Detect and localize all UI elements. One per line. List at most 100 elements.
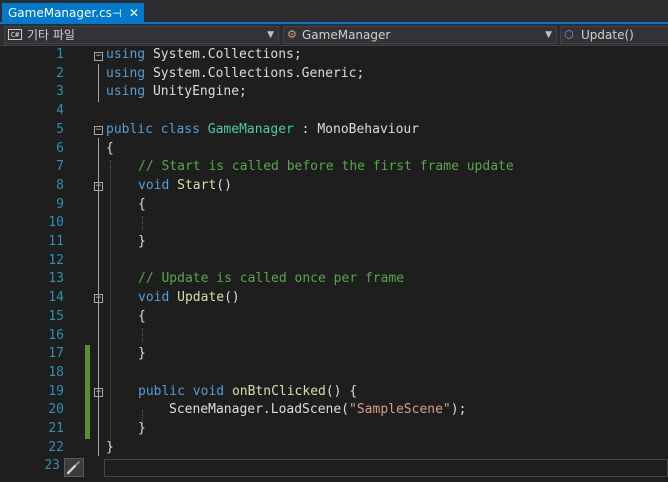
- code-line: 18: [0, 364, 668, 383]
- keyword: using: [106, 84, 146, 100]
- line-number: 1: [56, 47, 64, 62]
- line-number: 9: [56, 196, 64, 212]
- line-number: 20: [48, 402, 64, 418]
- method-icon: ⬡: [564, 28, 574, 41]
- class-dropdown[interactable]: ⚙ GameManager ▼: [283, 26, 557, 44]
- line-number: 5: [56, 121, 64, 137]
- member-label: Update(): [581, 28, 634, 42]
- comment: // Update is called once per frame: [138, 271, 405, 287]
- line-code: {: [138, 308, 146, 324]
- line-code: SceneManager.LoadScene("SampleScene");: [169, 401, 466, 420]
- close-icon[interactable]: ✕: [129, 3, 139, 24]
- type-name: GameManager: [207, 121, 294, 137]
- code-line: 16: [0, 327, 668, 346]
- class-label: GameManager: [302, 28, 391, 42]
- line-number: 14: [48, 290, 64, 306]
- code-line: 22 }: [0, 439, 668, 458]
- line-code: void Start(): [138, 177, 232, 196]
- project-dropdown[interactable]: C# 기타 파일 ▼: [4, 26, 279, 44]
- line-number: 11: [48, 234, 64, 249]
- line-number: 16: [48, 327, 64, 343]
- code-line: 8 void Start(): [0, 177, 668, 196]
- code-line: 21 }: [0, 420, 668, 439]
- line-number: 10: [48, 215, 64, 231]
- line-number: 12: [48, 252, 64, 268]
- code-line: 14 void Update(): [0, 289, 668, 308]
- code-line: 13 // Update is called once per frame: [0, 270, 668, 289]
- code-line: 20 SceneManager.LoadScene("SampleScene")…: [0, 401, 668, 420]
- code-line: 7 // Start is called before the first fr…: [0, 158, 668, 177]
- code-line: 4: [0, 102, 668, 121]
- line-number: 7: [56, 159, 64, 175]
- code-line: 9 {: [0, 196, 668, 215]
- keyword: public: [106, 121, 153, 137]
- line-number: 6: [56, 140, 64, 156]
- keyword: using: [106, 65, 146, 81]
- code-text: : MonoBehaviour: [293, 121, 420, 137]
- line-number: 13: [48, 271, 64, 287]
- code-line: 10: [0, 214, 668, 233]
- line-code: }: [106, 439, 114, 455]
- tab-gamemanager-cs[interactable]: GameManager.cs ⊣ ✕: [2, 3, 144, 24]
- keyword: class: [160, 121, 200, 137]
- code-line: 11 }: [0, 233, 668, 252]
- code-line: 6 {: [0, 140, 668, 159]
- code-editor[interactable]: − − − − − 1 using System.Collections; 2 …: [0, 46, 668, 482]
- line-code: }: [138, 421, 146, 436]
- line-code: using System.Collections;: [106, 46, 302, 65]
- line-number: 2: [56, 65, 64, 81]
- method-name: Start: [177, 177, 217, 193]
- code-line: 12: [0, 252, 668, 271]
- line-code: }: [138, 346, 146, 362]
- code-text: (): [224, 290, 240, 306]
- class-icon: ⚙: [287, 28, 297, 41]
- string-literal: "SampleScene": [349, 402, 451, 418]
- line-number: 22: [48, 439, 64, 455]
- code-text: () {: [325, 383, 358, 399]
- keyword: void: [192, 383, 225, 399]
- line-number: 8: [56, 177, 64, 193]
- code-text: System.Collections;: [145, 47, 302, 62]
- method-name: Update: [177, 290, 225, 306]
- navigation-bar: C# 기타 파일 ▼ ⚙ GameManager ▼ ⬡ Update(): [0, 24, 668, 46]
- code-text: UnityEngine;: [145, 84, 247, 100]
- chevron-down-icon: ▼: [545, 30, 552, 40]
- code-line: 2 using System.Collections.Generic;: [0, 65, 668, 84]
- code-line: 17 }: [0, 345, 668, 364]
- code-text: );: [450, 402, 467, 418]
- method-name: onBtnClicked: [231, 383, 326, 399]
- code-line: 3 using UnityEngine;: [0, 83, 668, 102]
- line-code: void Update(): [138, 289, 240, 308]
- keyword: void: [138, 177, 170, 193]
- line-number: 15: [48, 308, 64, 324]
- csharp-file-icon: C#: [8, 29, 22, 40]
- code-line: 1 using System.Collections;: [0, 46, 668, 65]
- line-code: public class GameManager : MonoBehaviour: [106, 121, 419, 140]
- pin-icon[interactable]: ⊣: [112, 3, 122, 24]
- code-line: 15 {: [0, 308, 668, 327]
- code-text: (): [216, 177, 232, 193]
- line-number: 17: [48, 346, 64, 362]
- project-label: 기타 파일: [27, 28, 75, 42]
- line-code: }: [138, 234, 146, 249]
- line-number: 18: [48, 364, 64, 380]
- keyword: using: [106, 47, 146, 62]
- code-line: 5 public class GameManager : MonoBehavio…: [0, 121, 668, 140]
- line-code: public void onBtnClicked() {: [138, 383, 357, 402]
- code-line: 19 public void onBtnClicked() {: [0, 383, 668, 402]
- keyword: public: [138, 383, 185, 399]
- line-code: {: [138, 196, 146, 212]
- chevron-down-icon: ▼: [267, 30, 274, 40]
- code-line: 23: [0, 457, 668, 476]
- code-text: SceneManager.LoadScene(: [169, 402, 350, 418]
- member-dropdown[interactable]: ⬡ Update(): [560, 26, 668, 44]
- document-tab-bar: GameManager.cs ⊣ ✕: [0, 0, 668, 24]
- tab-label: GameManager.cs: [8, 6, 112, 20]
- line-code: using UnityEngine;: [106, 83, 247, 102]
- code-text: System.Collections.Generic;: [145, 65, 365, 81]
